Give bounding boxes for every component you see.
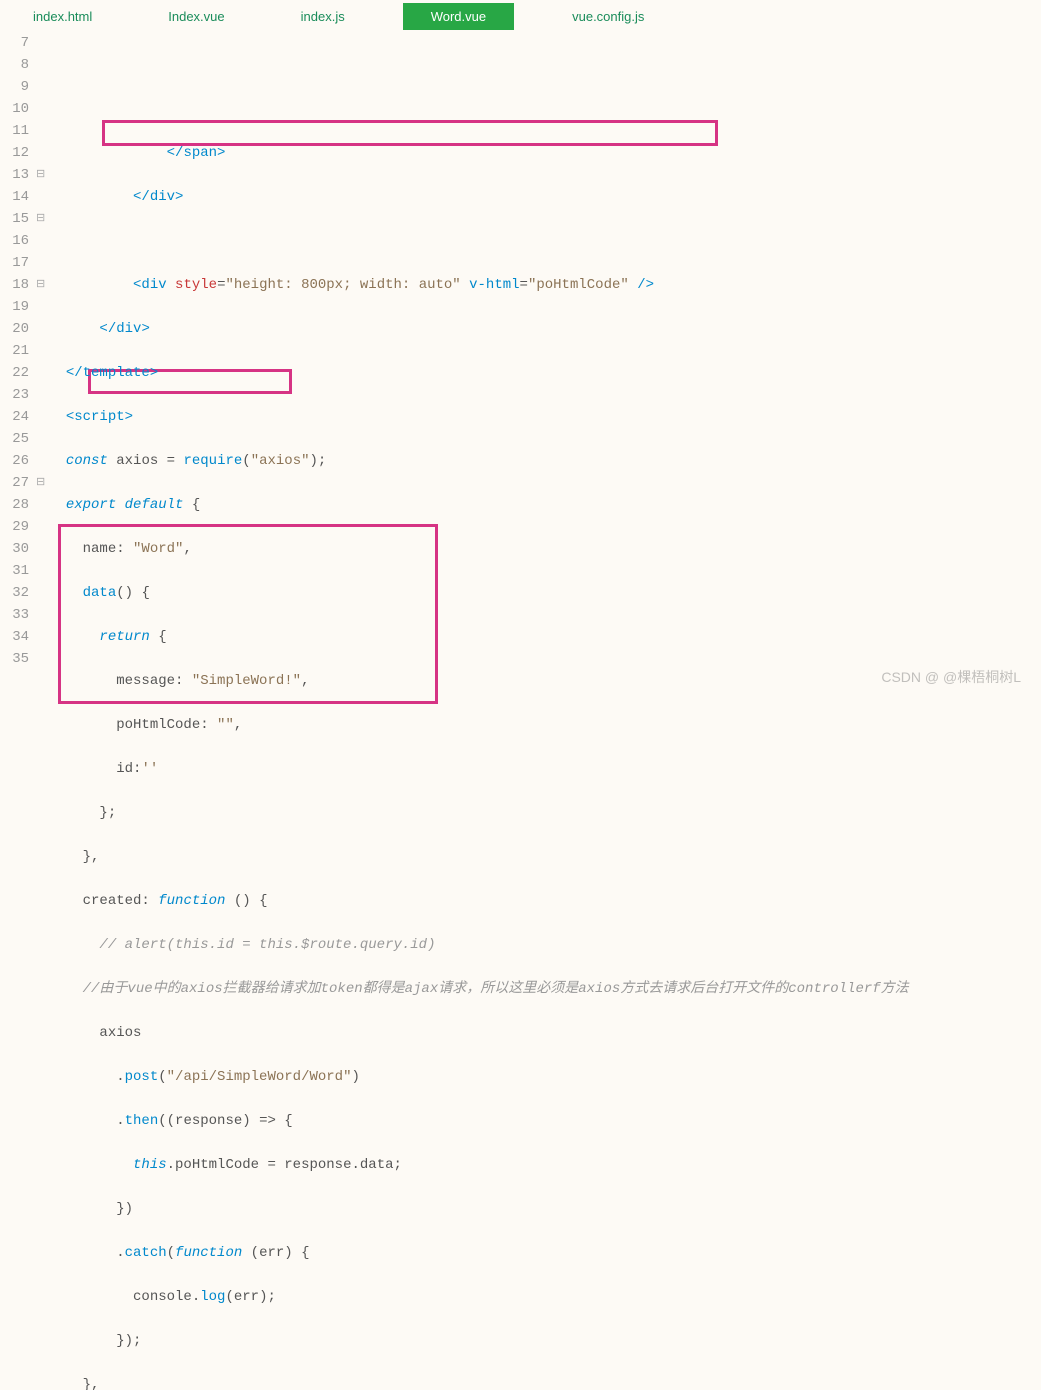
code-line[interactable]: return {	[49, 626, 1041, 648]
fold-mark[interactable]: ⊟	[35, 208, 49, 230]
line-number: 35	[0, 648, 29, 670]
line-number: 25	[0, 428, 29, 450]
line-number: 34	[0, 626, 29, 648]
line-number: 11	[0, 120, 29, 142]
fold-mark[interactable]	[35, 494, 49, 516]
code-line[interactable]: axios	[49, 1022, 1041, 1044]
code-line[interactable]: },	[49, 846, 1041, 868]
line-number: 31	[0, 560, 29, 582]
code-line[interactable]: </div>	[49, 318, 1041, 340]
code-line[interactable]: poHtmlCode: "",	[49, 714, 1041, 736]
tab-bar: index.html Index.vue index.js Word.vue v…	[0, 0, 1041, 30]
fold-mark[interactable]	[35, 296, 49, 318]
code-line[interactable]: const axios = require("axios");	[49, 450, 1041, 472]
code-editor[interactable]: 7 8 9 10 11 12 13 14 15 16 17 18 19 20 2…	[0, 30, 1041, 1390]
line-number: 16	[0, 230, 29, 252]
tab-index-js[interactable]: index.js	[283, 3, 363, 30]
line-number: 7	[0, 32, 29, 54]
code-line[interactable]: <script>	[49, 406, 1041, 428]
code-line[interactable]: });	[49, 1330, 1041, 1352]
line-number: 33	[0, 604, 29, 626]
line-number: 30	[0, 538, 29, 560]
code-line[interactable]: id:''	[49, 758, 1041, 780]
code-line[interactable]: export default {	[49, 494, 1041, 516]
fold-gutter: ⊟ ⊟ ⊟ ⊟	[35, 30, 49, 1390]
fold-mark[interactable]	[35, 406, 49, 428]
code-line[interactable]: message: "SimpleWord!",	[49, 670, 1041, 692]
fold-mark[interactable]: ⊟	[35, 472, 49, 494]
code-line[interactable]	[49, 230, 1041, 252]
fold-mark[interactable]	[35, 120, 49, 142]
line-number-gutter: 7 8 9 10 11 12 13 14 15 16 17 18 19 20 2…	[0, 30, 35, 1390]
fold-mark[interactable]	[35, 54, 49, 76]
code-line[interactable]: data() {	[49, 582, 1041, 604]
fold-mark[interactable]	[35, 604, 49, 626]
code-line[interactable]: .post("/api/SimpleWord/Word")	[49, 1066, 1041, 1088]
line-number: 29	[0, 516, 29, 538]
code-line[interactable]: this.poHtmlCode = response.data;	[49, 1154, 1041, 1176]
line-number: 15	[0, 208, 29, 230]
fold-mark[interactable]	[35, 318, 49, 340]
fold-mark[interactable]	[35, 142, 49, 164]
code-line[interactable]: .catch(function (err) {	[49, 1242, 1041, 1264]
code-line[interactable]: </div>	[49, 186, 1041, 208]
line-number: 10	[0, 98, 29, 120]
fold-mark[interactable]	[35, 582, 49, 604]
fold-mark[interactable]	[35, 450, 49, 472]
code-line[interactable]: .then((response) => {	[49, 1110, 1041, 1132]
line-number: 17	[0, 252, 29, 274]
line-number: 9	[0, 76, 29, 98]
line-number: 23	[0, 384, 29, 406]
line-number: 21	[0, 340, 29, 362]
fold-mark[interactable]: ⊟	[35, 164, 49, 186]
code-line[interactable]: })	[49, 1198, 1041, 1220]
line-number: 24	[0, 406, 29, 428]
fold-mark[interactable]	[35, 384, 49, 406]
fold-mark[interactable]	[35, 76, 49, 98]
code-line[interactable]: </span>	[49, 142, 1041, 164]
code-content[interactable]: </span> </div> <div style="height: 800px…	[49, 30, 1041, 1390]
code-line[interactable]: console.log(err);	[49, 1286, 1041, 1308]
fold-mark[interactable]	[35, 538, 49, 560]
fold-mark[interactable]	[35, 626, 49, 648]
line-number: 14	[0, 186, 29, 208]
fold-mark[interactable]	[35, 560, 49, 582]
fold-mark[interactable]	[35, 98, 49, 120]
code-line[interactable]: </template>	[49, 362, 1041, 384]
code-line[interactable]: // alert(this.id = this.$route.query.id)	[49, 934, 1041, 956]
fold-mark[interactable]	[35, 32, 49, 54]
line-number: 8	[0, 54, 29, 76]
fold-mark[interactable]	[35, 516, 49, 538]
tab-vue-config-js[interactable]: vue.config.js	[554, 3, 662, 30]
tab-word-vue[interactable]: Word.vue	[403, 3, 514, 30]
code-line[interactable]: //由于vue中的axios拦截器给请求加token都得是ajax请求，所以这里…	[49, 978, 1041, 1000]
fold-mark[interactable]	[35, 230, 49, 252]
line-number: 27	[0, 472, 29, 494]
code-line[interactable]: },	[49, 1374, 1041, 1390]
code-line[interactable]: <div style="height: 800px; width: auto" …	[49, 274, 1041, 296]
tab-index-html[interactable]: index.html	[15, 3, 110, 30]
line-number: 19	[0, 296, 29, 318]
line-number: 32	[0, 582, 29, 604]
line-number: 22	[0, 362, 29, 384]
fold-mark[interactable]	[35, 362, 49, 384]
line-number: 26	[0, 450, 29, 472]
line-number: 12	[0, 142, 29, 164]
fold-mark[interactable]	[35, 186, 49, 208]
fold-mark[interactable]	[35, 252, 49, 274]
line-number: 28	[0, 494, 29, 516]
code-line[interactable]: name: "Word",	[49, 538, 1041, 560]
fold-mark[interactable]	[35, 648, 49, 670]
line-number: 20	[0, 318, 29, 340]
code-line[interactable]: };	[49, 802, 1041, 824]
fold-mark[interactable]	[35, 340, 49, 362]
fold-mark[interactable]: ⊟	[35, 274, 49, 296]
tab-index-vue[interactable]: Index.vue	[150, 3, 242, 30]
fold-mark[interactable]	[35, 428, 49, 450]
line-number: 18	[0, 274, 29, 296]
line-number: 13	[0, 164, 29, 186]
code-line[interactable]: created: function () {	[49, 890, 1041, 912]
